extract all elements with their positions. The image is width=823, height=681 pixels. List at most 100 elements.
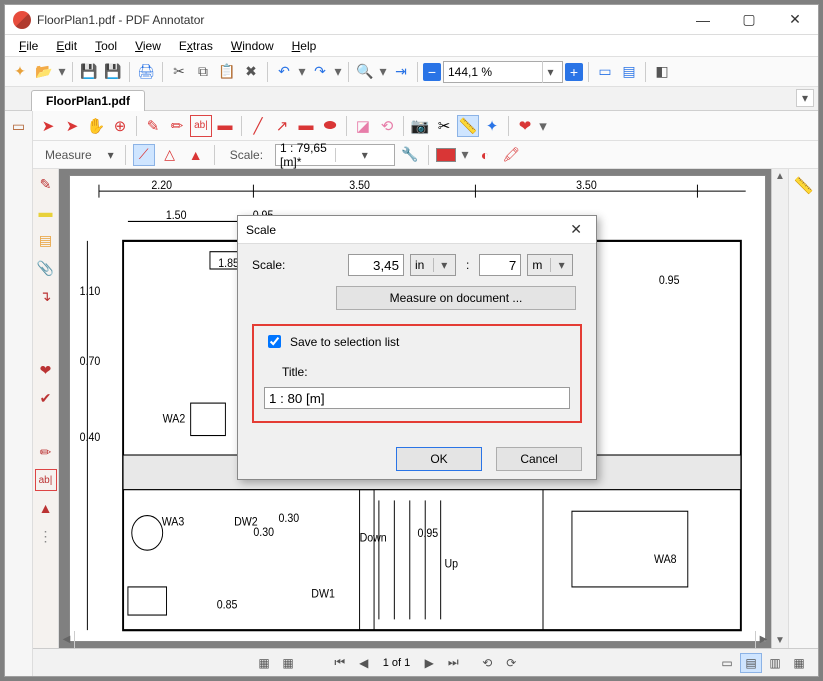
copy-button[interactable]: ⧉	[192, 61, 214, 83]
undo-dropdown[interactable]: ▾	[297, 61, 307, 83]
sidebar-toggle[interactable]: ▭	[8, 115, 30, 137]
preset-stamp-icon[interactable]: ▲	[35, 497, 57, 519]
paste-button[interactable]: 📋	[216, 61, 238, 83]
open-dropdown[interactable]: ▾	[57, 61, 67, 83]
dlg-title-input[interactable]	[264, 387, 570, 409]
layout-twoup-cont-icon[interactable]: ▦	[788, 653, 810, 673]
preset-arrow-icon[interactable]: ↴	[35, 285, 57, 307]
save-selection-checkbox-label[interactable]: Save to selection list	[264, 332, 570, 351]
preset-check-icon[interactable]: ✔	[35, 387, 57, 409]
fill-icon[interactable]: ◐	[474, 144, 496, 166]
lasso-tool-icon[interactable]: ➤	[61, 115, 83, 137]
color-swatch[interactable]	[436, 148, 456, 162]
hand-tool-icon[interactable]: ✋	[85, 115, 107, 137]
measure-area-icon[interactable]: ▲	[185, 144, 207, 166]
line-tool-icon[interactable]: ╱	[247, 115, 269, 137]
vertical-scrollbar[interactable]	[771, 169, 788, 648]
zoom-out-button[interactable]: −	[423, 63, 441, 81]
close-button[interactable]: ✕	[772, 5, 818, 35]
cancel-button[interactable]: Cancel	[496, 447, 582, 471]
measure-dropdown[interactable]: ▾	[104, 148, 118, 162]
tabs-dropdown[interactable]: ▾	[796, 89, 814, 107]
zoom-combo[interactable]: 144,1 % ▾	[443, 61, 563, 83]
measure-distance-icon[interactable]: ⟋	[133, 144, 155, 166]
menu-help[interactable]: Help	[284, 37, 325, 55]
minimize-button[interactable]: —	[680, 5, 726, 35]
nav-fwd-button[interactable]: ⟳	[500, 653, 522, 673]
menu-view[interactable]: View	[127, 37, 169, 55]
hscroll-right[interactable]: ▶	[755, 631, 771, 648]
redo-button[interactable]: ↷	[309, 61, 331, 83]
preset-dots-icon[interactable]: ⋮	[35, 525, 57, 547]
color-dropdown[interactable]: ▾	[460, 144, 470, 166]
thumbs-left-icon[interactable]: ▦	[253, 653, 275, 673]
measure-ruler-icon[interactable]: 📏	[791, 173, 817, 199]
preset-highlight-icon[interactable]: ▬	[35, 201, 57, 223]
camera-tool-icon[interactable]: 📷	[409, 115, 431, 137]
first-page-button[interactable]: ⏮	[329, 653, 351, 673]
dialog-close-icon[interactable]: ✕	[564, 219, 588, 240]
arrow-tool-icon[interactable]: ↗	[271, 115, 293, 137]
preset-clip-icon[interactable]: 📎	[35, 257, 57, 279]
hscroll-left[interactable]: ◀	[59, 631, 75, 648]
measure-on-document-button[interactable]: Measure on document ...	[336, 286, 576, 310]
preset-pen-icon[interactable]: ✎	[35, 173, 57, 195]
scale-combo[interactable]: 1 : 79,65 [m]* ▾	[275, 144, 395, 166]
saveas-button[interactable]: 💾	[102, 61, 124, 83]
goto-button[interactable]: ⇥	[390, 61, 412, 83]
layout-continuous-icon[interactable]: ▤	[740, 653, 762, 673]
print-button[interactable]: 🖨	[135, 61, 157, 83]
dlg-unit2-select[interactable]: m▾	[527, 254, 573, 276]
nav-back-button[interactable]: ⟲	[476, 653, 498, 673]
zoom-value[interactable]: 144,1 %	[448, 65, 492, 79]
menu-extras[interactable]: Extras	[171, 37, 221, 55]
dlg-scale-value1[interactable]	[348, 254, 404, 276]
ok-button[interactable]: OK	[396, 447, 482, 471]
new-button[interactable]: ✦	[9, 61, 31, 83]
save-button[interactable]: 💾	[78, 61, 100, 83]
delete-button[interactable]: ✖	[240, 61, 262, 83]
eraser-scale-icon[interactable]: 🖍	[500, 144, 522, 166]
menu-file[interactable]: FFileile	[11, 37, 46, 55]
eraser-tool-icon[interactable]: ◪	[352, 115, 374, 137]
favorite-tool-icon[interactable]: ❤	[514, 115, 536, 137]
fav-dropdown[interactable]: ▾	[538, 115, 548, 137]
zoom-in-button[interactable]: +	[565, 63, 583, 81]
find-button[interactable]: 🔍	[354, 61, 376, 83]
menu-edit[interactable]: Edit	[48, 37, 85, 55]
menu-tool[interactable]: Tool	[87, 37, 125, 55]
layout-twoup-icon[interactable]: ▥	[764, 653, 786, 673]
measure-perimeter-icon[interactable]: △	[159, 144, 181, 166]
save-selection-checkbox[interactable]	[268, 335, 281, 348]
preset-ab-icon[interactable]: ab|	[35, 469, 57, 491]
open-button[interactable]: 📂	[33, 61, 55, 83]
fit-width-button[interactable]: ▤	[618, 61, 640, 83]
select-tool-icon[interactable]: ➤	[37, 115, 59, 137]
cut-button[interactable]: ✂	[168, 61, 190, 83]
zoom-dropdown[interactable]: ▾	[542, 61, 558, 83]
preset-heart-icon[interactable]: ❤	[35, 359, 57, 381]
ellipse-tool-icon[interactable]: ⬬	[319, 115, 341, 137]
dlg-unit1-select[interactable]: in▾	[410, 254, 456, 276]
stamp-tool-icon[interactable]: ✦	[481, 115, 503, 137]
highlight-tool-icon[interactable]: ▬	[214, 115, 236, 137]
redo-dropdown[interactable]: ▾	[333, 61, 343, 83]
find-dropdown[interactable]: ▾	[378, 61, 388, 83]
pen-tool-icon[interactable]: ✎	[142, 115, 164, 137]
scale-combo-dropdown[interactable]: ▾	[335, 148, 395, 162]
maximize-button[interactable]: ▢	[726, 5, 772, 35]
preset-pencil-icon[interactable]: ✏	[35, 441, 57, 463]
measure-tool-icon[interactable]: 📏	[457, 115, 479, 137]
next-page-button[interactable]: ▶	[418, 653, 440, 673]
page-indicator[interactable]: 1 of 1	[377, 653, 417, 673]
fit-page-button[interactable]: ▭	[594, 61, 616, 83]
rect-tool-icon[interactable]: ▬	[295, 115, 317, 137]
prev-page-button[interactable]: ◀	[353, 653, 375, 673]
layout-single-icon[interactable]: ▭	[716, 653, 738, 673]
doc-tab-1[interactable]: FloorPlan1.pdf	[31, 90, 145, 111]
eraser2-tool-icon[interactable]: ⟲	[376, 115, 398, 137]
undo-button[interactable]: ↶	[273, 61, 295, 83]
zoom-tool-icon[interactable]: ⊕	[109, 115, 131, 137]
crop-tool-icon[interactable]: ✂	[433, 115, 455, 137]
thumbs-group-icon[interactable]: ▦	[277, 653, 299, 673]
